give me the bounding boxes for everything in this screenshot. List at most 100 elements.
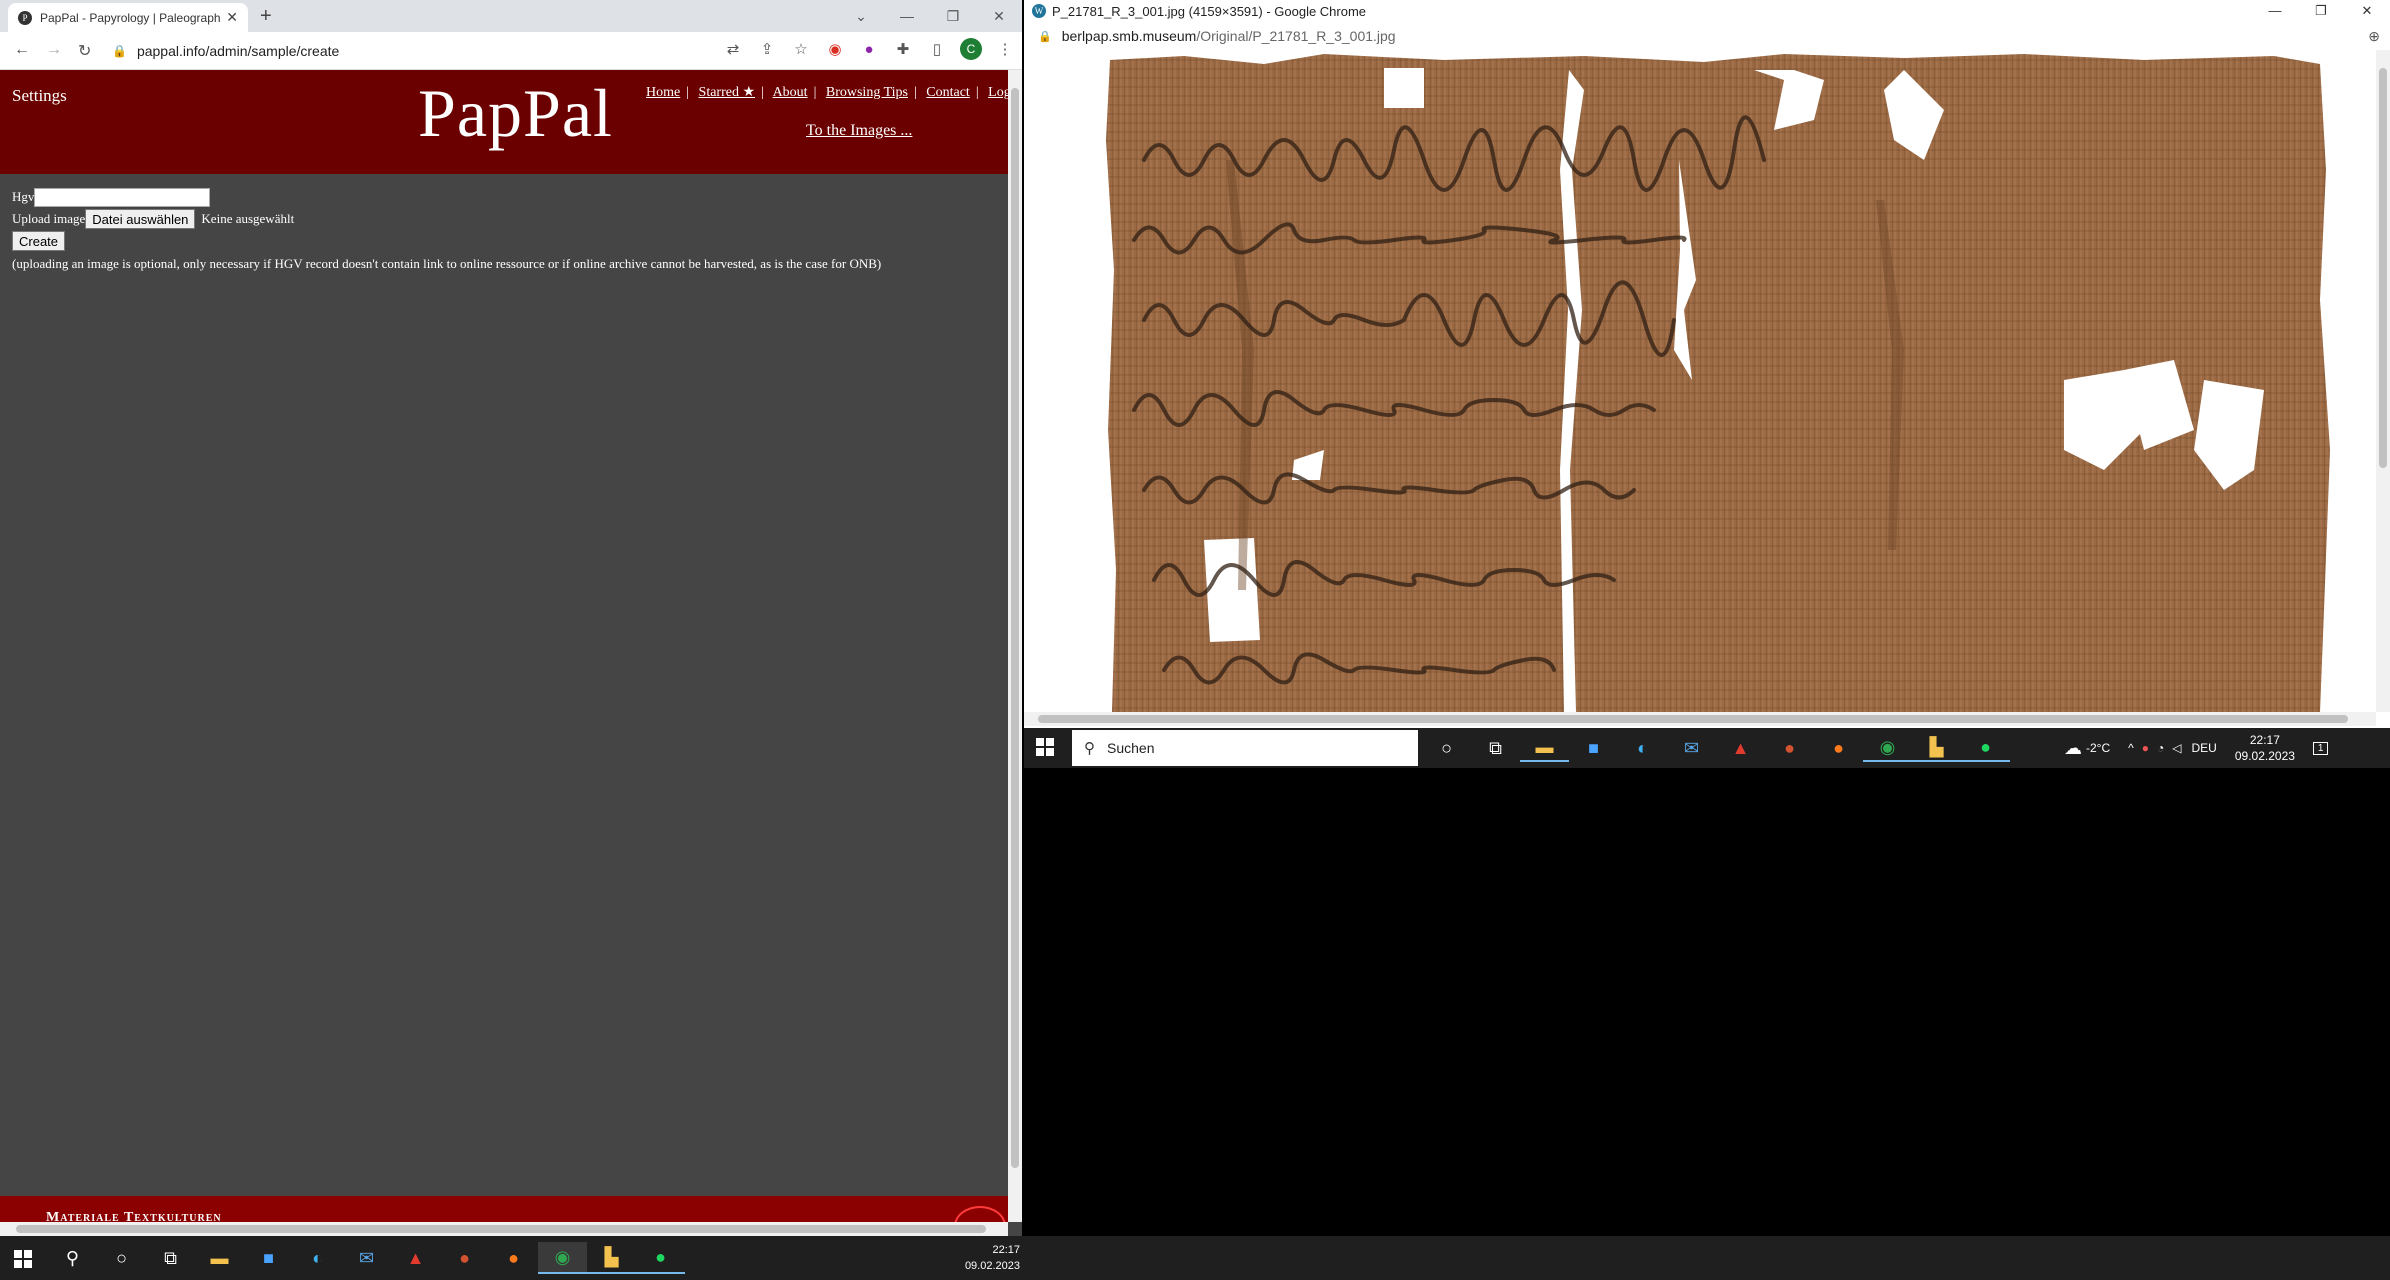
acrobat-icon[interactable]: ▲ — [391, 1242, 440, 1274]
powerpoint-icon[interactable]: ● — [440, 1242, 489, 1274]
windows-start-icon[interactable] — [14, 1250, 32, 1268]
taskbar-apps: ○ ⧉ ▬ ■ ◐ ✉ ▲ ● ● ◉ ▙ ● — [1422, 734, 2010, 762]
share-icon[interactable]: ⇪ — [750, 40, 784, 58]
url-host: berlpap.smb.museum — [1061, 28, 1197, 44]
nav-contact[interactable]: Contact — [926, 85, 970, 100]
new-tab-button[interactable]: + — [260, 5, 272, 28]
notification-center-icon[interactable]: 1 — [2312, 741, 2329, 755]
bookmark-star-icon[interactable]: ☆ — [784, 40, 818, 58]
nav-starred[interactable]: Starred ★ — [699, 85, 755, 100]
clock[interactable]: 22:17 09.02.2023 — [2235, 732, 2295, 764]
task-view-icon[interactable]: ⧉ — [146, 1242, 195, 1274]
address-bar[interactable]: 🔒 berlpap.smb.museum /Original/P_21781_R… — [1024, 22, 2390, 50]
vertical-scrollbar[interactable] — [1008, 70, 1022, 1222]
extension-purple-icon[interactable]: ● — [852, 41, 886, 58]
window-controls: ⌄ — ❐ ✕ — [838, 0, 1022, 32]
back-icon[interactable]: ← — [14, 41, 30, 59]
vertical-scrollbar[interactable] — [2376, 50, 2390, 712]
menu-kebab-icon[interactable]: ⋮ — [988, 40, 1022, 58]
speaker-icon[interactable]: ◁ — [2172, 741, 2181, 755]
address-bar[interactable]: 🔒 pappal.info/admin/sample/create — [112, 38, 732, 64]
lock-icon: 🔒 — [112, 44, 127, 58]
image-viewer[interactable] — [1024, 50, 2376, 712]
translate-icon[interactable]: ⇄ — [716, 40, 750, 58]
choose-file-button[interactable]: Datei auswählen — [85, 209, 196, 229]
close-window-icon[interactable]: ✕ — [976, 8, 1022, 25]
windows-start-icon[interactable] — [1036, 738, 1054, 756]
file-explorer-icon[interactable]: ▬ — [195, 1242, 244, 1274]
scroll-thumb[interactable] — [16, 1225, 986, 1233]
store-icon[interactable]: ■ — [244, 1242, 293, 1274]
hgv-label: Hgv — [12, 189, 35, 204]
url-text: pappal.info/admin/sample/create — [136, 43, 340, 59]
restore-icon[interactable]: ❐ — [930, 8, 976, 25]
forward-icon[interactable]: → — [46, 41, 62, 59]
scroll-thumb[interactable] — [2379, 68, 2387, 468]
extension-red-icon[interactable]: ◉ — [818, 40, 852, 58]
window-title: P_21781_R_3_001.jpg (4159×3591) - Google… — [1052, 3, 1367, 19]
scroll-thumb[interactable] — [1038, 715, 2348, 723]
reload-icon[interactable]: ↻ — [78, 41, 91, 61]
scroll-thumb[interactable] — [1011, 88, 1019, 1168]
search-icon[interactable]: ⚲ — [48, 1242, 97, 1274]
chrome-icon[interactable]: ◉ — [1863, 734, 1912, 762]
secondary-taskbar: ⚲ Suchen ○ ⧉ ▬ ■ ◐ ✉ ▲ ● ● ◉ ▙ ● ☁ -2°C … — [1024, 728, 2390, 768]
tab-search-icon[interactable]: ⌄ — [838, 8, 884, 25]
hgv-input[interactable] — [34, 187, 211, 207]
cortana-icon[interactable]: ○ — [1422, 734, 1471, 762]
extensions-puzzle-icon[interactable]: ✚ — [886, 40, 920, 58]
network-icon[interactable]: ◔ — [2157, 741, 2164, 755]
close-window-icon[interactable]: ✕ — [2344, 0, 2390, 22]
minimize-icon[interactable]: — — [884, 8, 930, 24]
settings-link[interactable]: Settings — [12, 86, 67, 106]
upload-note: (uploading an image is optional, only ne… — [12, 256, 882, 271]
task-view-icon[interactable]: ⧉ — [1471, 734, 1520, 762]
spotify-icon[interactable]: ● — [636, 1242, 685, 1274]
tray-chevron-icon[interactable]: ^ — [2128, 741, 2134, 755]
create-sample-form: Hgv Upload image Datei auswählen Keine a… — [12, 186, 881, 272]
horizontal-scrollbar[interactable] — [1024, 712, 2376, 726]
file-explorer-icon[interactable]: ▬ — [1520, 734, 1569, 762]
minimize-icon[interactable]: — — [2252, 0, 2298, 22]
file-status: Keine ausgewählt — [201, 211, 295, 226]
chrome-icon[interactable]: ◉ — [538, 1242, 587, 1274]
lock-icon: 🔒 — [1038, 30, 1052, 43]
taskbar-search[interactable]: ⚲ Suchen — [1072, 730, 1418, 766]
site-logo[interactable]: PapPal — [418, 74, 613, 153]
clock[interactable]: 22:17 09.02.2023 — [960, 1242, 1020, 1274]
sticky-files-icon[interactable]: ▙ — [587, 1242, 636, 1274]
spotify-icon[interactable]: ● — [1961, 734, 2010, 762]
weather-icon[interactable]: ☁ — [2064, 738, 2082, 759]
create-button[interactable]: Create — [12, 231, 66, 251]
taskbar-apps: ⚲ ○ ⧉ ▬ ■ ◐ ✉ ▲ ● ● ◉ ▙ ● — [48, 1242, 685, 1274]
language-indicator[interactable]: DEU — [2192, 741, 2217, 755]
cortana-icon[interactable]: ○ — [97, 1242, 146, 1274]
nav-browsing-tips[interactable]: Browsing Tips — [826, 85, 908, 100]
mail-icon[interactable]: ✉ — [342, 1242, 391, 1274]
edge-icon[interactable]: ◐ — [293, 1242, 342, 1274]
profile-avatar[interactable]: C — [954, 38, 988, 60]
restore-icon[interactable]: ❐ — [2298, 0, 2344, 22]
powerpoint-icon[interactable]: ● — [1765, 734, 1814, 762]
store-icon[interactable]: ■ — [1569, 734, 1618, 762]
tab-strip: P PapPal - Papyrology | Paleograph ✕ + ⌄… — [0, 0, 1022, 32]
to-images-link[interactable]: To the Images ... — [806, 122, 912, 140]
search-placeholder: Suchen — [1107, 740, 1155, 756]
firefox-icon[interactable]: ● — [1814, 734, 1863, 762]
side-panel-icon[interactable]: ▯ — [920, 40, 954, 58]
mail-icon[interactable]: ✉ — [1667, 734, 1716, 762]
profile-letter: C — [960, 38, 982, 60]
edge-icon[interactable]: ◐ — [1618, 734, 1667, 762]
horizontal-scrollbar[interactable] — [0, 1222, 1008, 1236]
acrobat-icon[interactable]: ▲ — [1716, 734, 1765, 762]
close-tab-icon[interactable]: ✕ — [226, 9, 238, 26]
nav-about[interactable]: About — [773, 85, 808, 100]
sticky-files-icon[interactable]: ▙ — [1912, 734, 1961, 762]
weather-temp[interactable]: -2°C — [2086, 741, 2110, 755]
nav-home[interactable]: Home — [646, 85, 680, 100]
browser-tab-pappal[interactable]: P PapPal - Papyrology | Paleograph ✕ — [8, 3, 248, 32]
battery-saver-icon[interactable]: ● — [2142, 741, 2149, 755]
firefox-icon[interactable]: ● — [489, 1242, 538, 1274]
zoom-icon[interactable]: ⊕ — [2368, 28, 2380, 45]
left-browser-window: P PapPal - Papyrology | Paleograph ✕ + ⌄… — [0, 0, 1022, 1236]
